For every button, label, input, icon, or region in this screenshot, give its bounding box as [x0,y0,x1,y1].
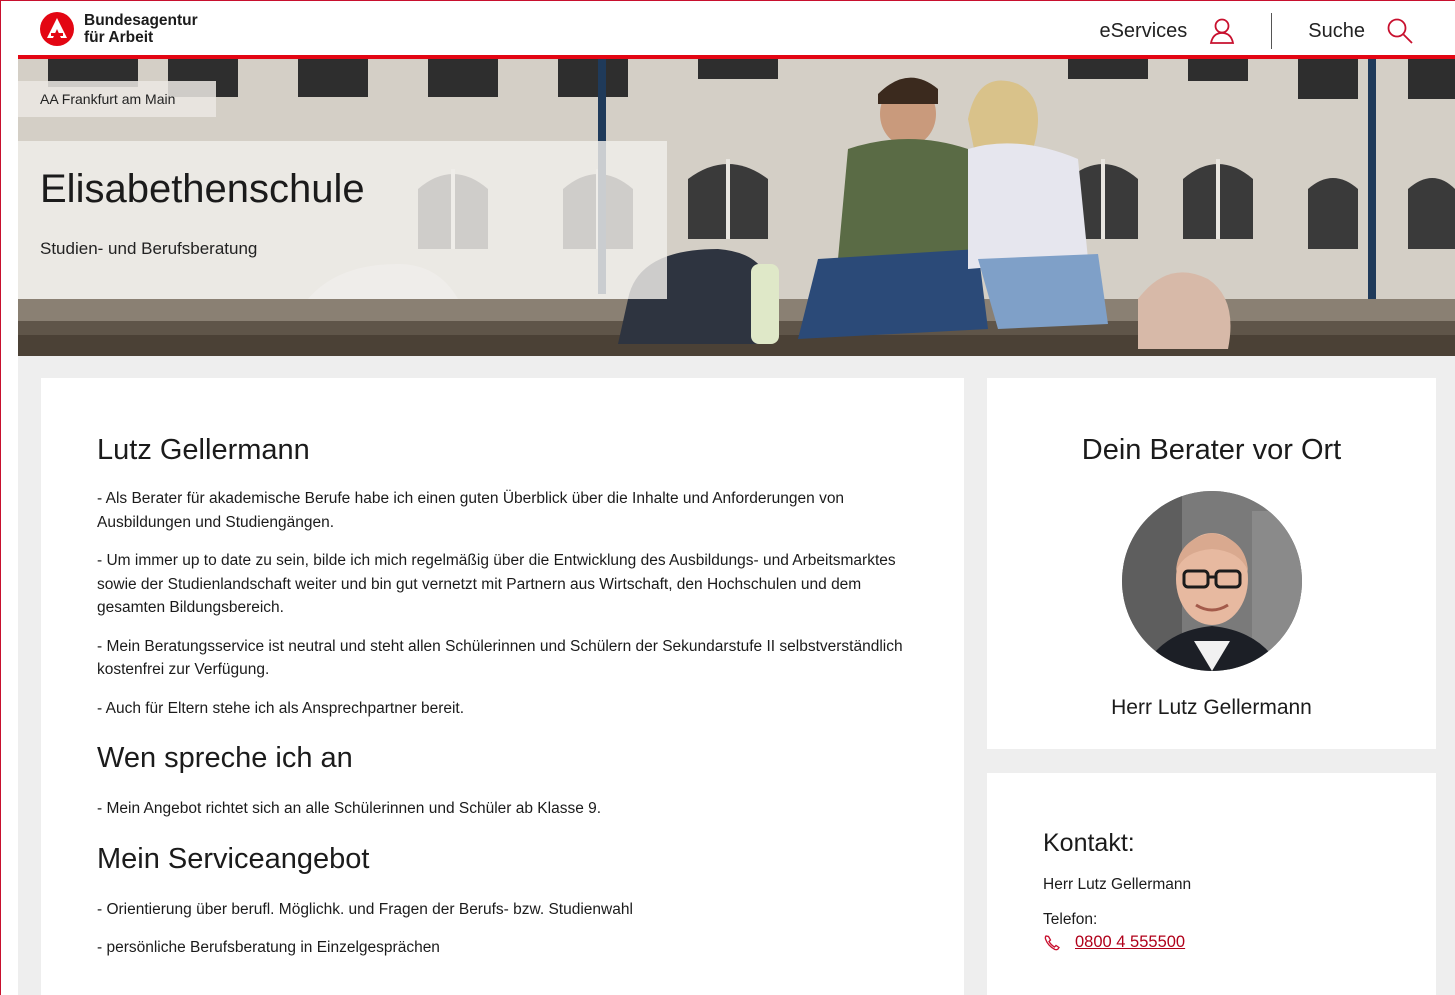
paragraph: - persönliche Berufsberatung in Einzelge… [97,939,440,956]
contact-content: Kontakt: Herr Lutz Gellermann Telefon: 0… [1043,829,1191,952]
header-divider [1271,13,1273,49]
hero-banner: AA Frankfurt am Main Elisabethenschule S… [18,59,1455,356]
paragraph: - Um immer up to date zu sein, bilde ich… [97,552,896,616]
brand-line-2: für Arbeit [84,29,154,46]
advisor-name: Herr Lutz Gellermann [1111,696,1312,719]
phone-icon [1044,934,1060,950]
advisor-photo [1122,491,1302,671]
phone-label: Telefon: [1043,911,1098,928]
contact-name: Herr Lutz Gellermann [1043,876,1192,893]
search-icon [1387,18,1413,44]
eservices-link[interactable]: eServices [1099,16,1237,46]
page-title: Elisabethenschule [40,167,365,211]
section-heading-advisor: Lutz Gellermann [97,434,310,466]
main-content: Lutz Gellermann - Als Berater für akadem… [97,434,917,975]
page-subtitle: Studien- und Berufsberatung [40,239,258,258]
paragraph: - Mein Beratungsservice ist neutral und … [97,637,903,679]
brand-name: Bundesagentur für Arbeit [84,12,198,46]
avatar [1122,491,1302,671]
paragraph: - Als Berater für akademische Berufe hab… [97,490,845,531]
eservices-label: eServices [1099,19,1188,42]
contact-card: Kontakt: Herr Lutz Gellermann Telefon: 0… [987,773,1436,995]
brand-line-1: Bundesagentur [84,12,198,29]
phone-link[interactable]: 0800 4 555500 [1075,933,1185,952]
hero-title-box: Elisabethenschule Studien- und Berufsber… [18,141,667,299]
paragraph: - Mein Angebot richtet sich an alle Schü… [97,800,602,817]
contact-title: Kontakt: [1043,829,1135,857]
main-content-card: Lutz Gellermann - Als Berater für akadem… [41,378,964,995]
breadcrumb-location[interactable]: AA Frankfurt am Main [40,91,175,107]
advisor-card: Dein Berater vor Ort Herr Lutz Gellerman… [987,378,1436,749]
section-heading-services: Mein Serviceangebot [97,842,370,875]
ba-logo-link[interactable]: Bundesagentur für Arbeit [40,12,198,46]
paragraph: - Auch für Eltern stehe ich als Ansprech… [97,699,465,717]
phone-row: 0800 4 555500 [1043,933,1191,952]
paragraph: - Orientierung über berufl. Möglichk. un… [97,900,633,918]
advisor-card-title: Dein Berater vor Ort [1081,434,1342,466]
site-header: Bundesagentur für Arbeit eServices Suche [18,1,1455,59]
user-icon [1210,18,1235,44]
header-nav: eServices Suche [1099,11,1415,51]
search-link[interactable]: Suche [1308,16,1415,46]
breadcrumb: AA Frankfurt am Main [18,81,216,117]
section-heading-audience: Wen spreche ich an [97,742,353,774]
ba-logo-icon [40,12,74,46]
search-label: Suche [1308,19,1365,42]
